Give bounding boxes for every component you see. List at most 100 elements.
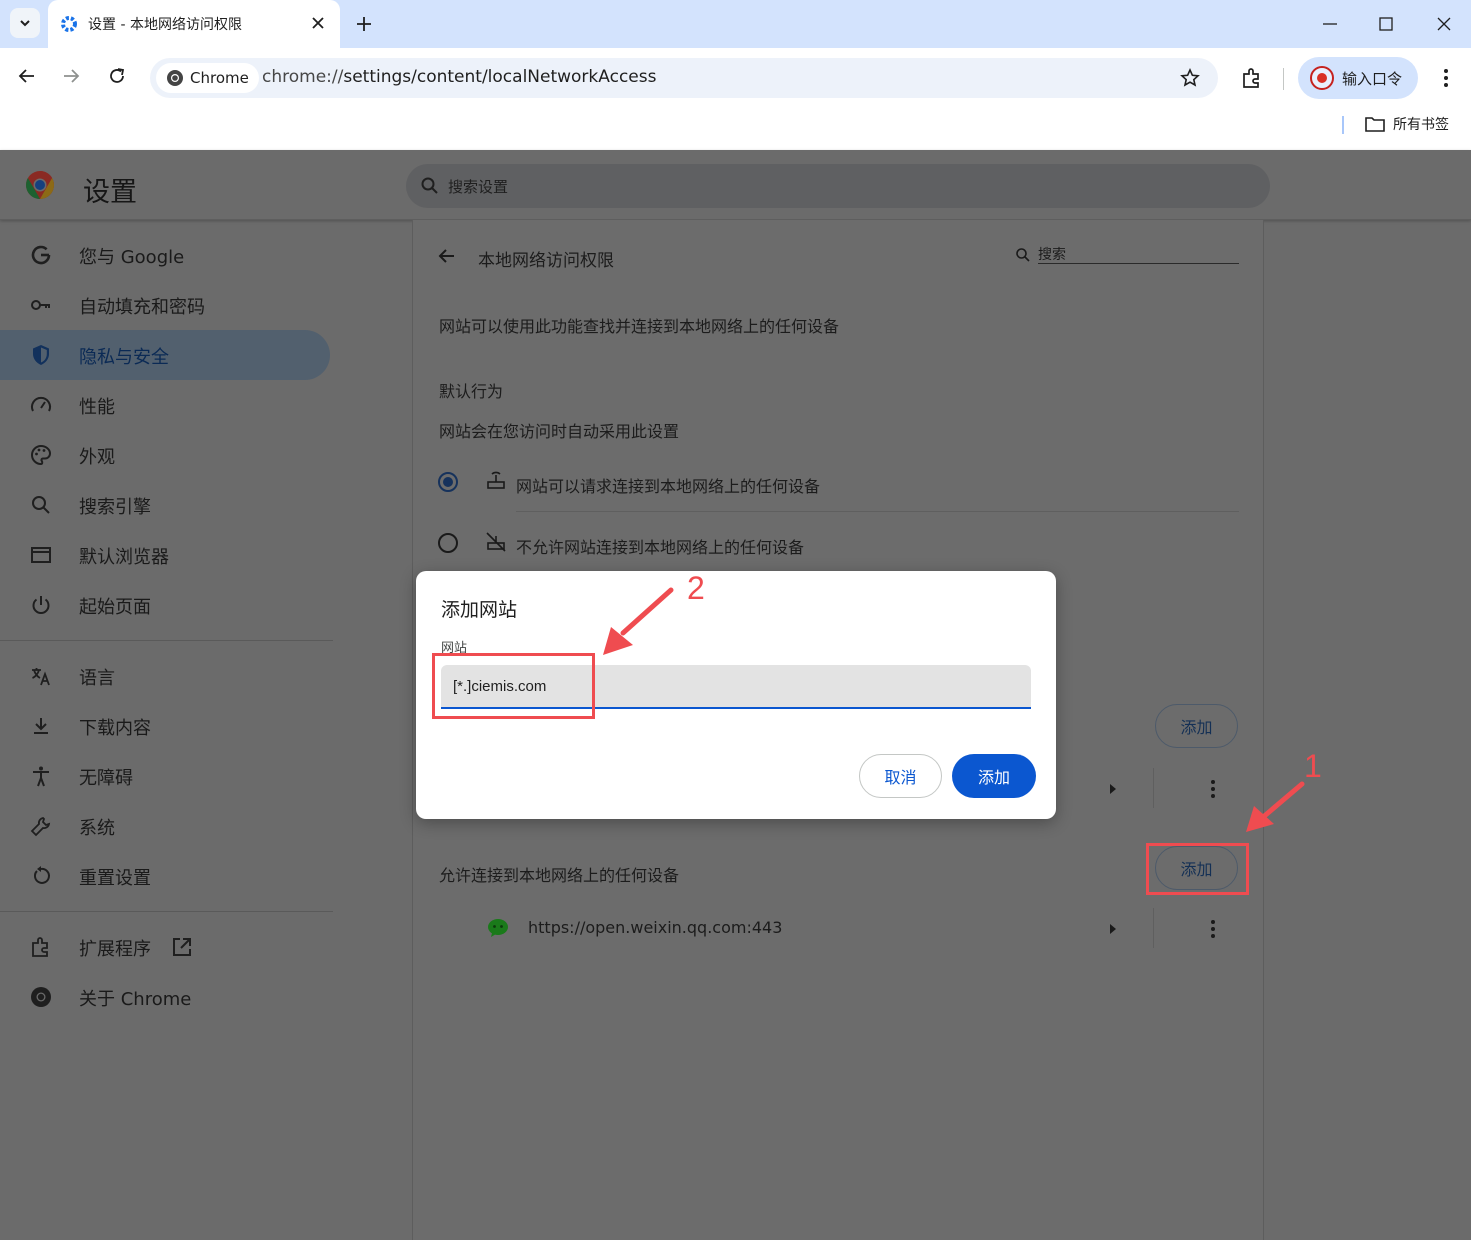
sidebar-item-label: 起始页面 [79, 597, 151, 618]
page-title: 设置 [83, 177, 137, 208]
sidebar-item-label: 扩展程序 [79, 939, 151, 960]
puzzle-icon [32, 937, 48, 957]
sidebar-item-system[interactable]: 系统 [0, 801, 330, 851]
sidebar-divider [0, 640, 333, 641]
more-vert-icon[interactable] [1203, 779, 1223, 799]
sidebar-item-default-browser[interactable]: 默认浏览器 [0, 530, 330, 580]
sidebar-item-reset[interactable]: 重置设置 [0, 851, 330, 901]
row-divider [1153, 908, 1154, 948]
url-scheme: chrome:// [262, 67, 344, 87]
annotation-box-step2 [432, 653, 595, 719]
sidebar-item-appearance[interactable]: 外观 [0, 430, 330, 480]
maximize-icon[interactable] [1378, 14, 1394, 34]
cancel-button[interactable]: 取消 [859, 754, 942, 798]
expand-arrow-icon[interactable] [1108, 922, 1118, 936]
expand-arrow-icon[interactable] [1108, 782, 1118, 796]
add-button[interactable]: 添加 [952, 754, 1036, 798]
sidebar-item-about-chrome[interactable]: 关于 Chrome [0, 972, 330, 1022]
active-tab[interactable]: 设置 - 本地网络访问权限 [48, 0, 340, 48]
site-chip-label: Chrome [190, 69, 249, 87]
sidebar-item-search-engine[interactable]: 搜索引擎 [0, 480, 330, 530]
sidebar-item-label: 外观 [79, 447, 115, 468]
settings-gear-icon [61, 16, 77, 32]
all-bookmarks-folder[interactable]: 所有书签 [1365, 114, 1449, 134]
sidebar-divider [0, 911, 333, 912]
chevron-down-icon [20, 20, 30, 27]
more-vert-icon[interactable] [1203, 919, 1223, 939]
dialog-title: 添加网站 [441, 599, 518, 621]
folder-icon [1365, 117, 1385, 132]
chrome-logo-icon [26, 171, 54, 199]
row-divider [1153, 768, 1154, 808]
annotation-number-2: 2 [687, 570, 705, 606]
annotation-arrow-2 [603, 587, 674, 655]
bookmarks-divider [1342, 116, 1344, 134]
sidebar-item-label: 重置设置 [79, 868, 151, 889]
subpage-search-underline [1038, 263, 1239, 264]
default-behavior-heading: 默认行为 [439, 382, 504, 401]
site-chip[interactable]: Chrome [156, 63, 259, 93]
wrench-icon [30, 817, 51, 837]
sidebar-item-accessibility[interactable]: 无障碍 [0, 751, 330, 801]
chrome-icon [31, 987, 51, 1007]
close-icon[interactable] [310, 15, 326, 31]
radio-block[interactable] [437, 532, 459, 554]
address-bar[interactable]: Chrome chrome://settings/content/localNe… [150, 58, 1218, 98]
minimize-icon[interactable] [1322, 14, 1338, 34]
subpage-search-input[interactable]: 搜索 [1038, 244, 1066, 264]
sidebar-item-label: 关于 Chrome [79, 989, 192, 1010]
subpage-title: 本地网络访问权限 [478, 251, 614, 271]
router-icon [487, 471, 505, 489]
sidebar-item-autofill[interactable]: 自动填充和密码 [0, 280, 330, 330]
download-icon [34, 718, 48, 734]
external-link-icon [173, 938, 191, 956]
sidebar-item-extensions[interactable]: 扩展程序 [0, 922, 330, 972]
translate-icon [32, 668, 50, 686]
bookmark-star-icon[interactable] [1180, 68, 1200, 88]
sidebar-item-you-and-google[interactable]: 您与 Google [0, 230, 330, 280]
sidebar-item-label: 下载内容 [79, 718, 151, 739]
palette-icon [31, 444, 52, 466]
sidebar-item-label: 隐私与安全 [79, 347, 169, 368]
back-arrow-icon[interactable] [17, 66, 37, 86]
settings-header: 设置 搜索设置 [0, 150, 1471, 220]
option-divider [516, 511, 1239, 512]
sidebar-item-privacy[interactable]: 隐私与安全 [0, 330, 330, 380]
tab-search-button[interactable] [10, 8, 40, 38]
profile-button[interactable]: 输入口令 [1298, 57, 1418, 99]
chrome-icon [167, 70, 183, 86]
back-arrow-icon[interactable] [437, 246, 457, 266]
extensions-puzzle-icon[interactable] [1240, 66, 1264, 90]
reload-icon[interactable] [107, 66, 127, 86]
annotation-box-step1 [1146, 843, 1249, 895]
sidebar-item-label: 搜索引擎 [79, 497, 151, 518]
sidebar-item-label: 系统 [79, 818, 115, 839]
sidebar-item-languages[interactable]: 语言 [0, 651, 330, 701]
allowed-site-url: https://open.weixin.qq.com:443 [528, 918, 783, 937]
profile-label: 输入口令 [1342, 69, 1403, 88]
sidebar-item-downloads[interactable]: 下载内容 [0, 701, 330, 751]
radio-allow[interactable] [437, 471, 459, 493]
new-tab-plus-icon[interactable] [354, 14, 374, 34]
sidebar-item-label: 性能 [79, 397, 115, 418]
option-block-label: 不允许网站连接到本地网络上的任何设备 [516, 538, 805, 557]
browser-window-icon [31, 547, 51, 563]
tab-title: 设置 - 本地网络访问权限 [88, 17, 242, 33]
sidebar-item-label: 语言 [79, 668, 115, 689]
sidebar-item-label: 自动填充和密码 [79, 297, 205, 318]
kebab-menu-icon[interactable] [1436, 66, 1456, 90]
toolbar-divider [1283, 68, 1284, 90]
sidebar-item-performance[interactable]: 性能 [0, 380, 330, 430]
sidebar-item-on-startup[interactable]: 起始页面 [0, 580, 330, 630]
window-close-icon[interactable] [1436, 14, 1452, 34]
reset-icon [34, 866, 50, 884]
bookmarks-bar: 所有书签 [0, 108, 1471, 150]
settings-search-placeholder: 搜索设置 [448, 178, 509, 196]
url-text[interactable]: chrome://settings/content/localNetworkAc… [262, 67, 656, 87]
forward-arrow-icon[interactable] [61, 66, 81, 86]
settings-search-field[interactable]: 搜索设置 [406, 164, 1270, 208]
annotation-arrow-1 [1246, 781, 1305, 832]
default-behavior-desc: 网站会在您访问时自动采用此设置 [439, 422, 680, 441]
add-blocked-site-button[interactable]: 添加 [1155, 704, 1238, 748]
toolbar: Chrome chrome://settings/content/localNe… [0, 48, 1471, 108]
